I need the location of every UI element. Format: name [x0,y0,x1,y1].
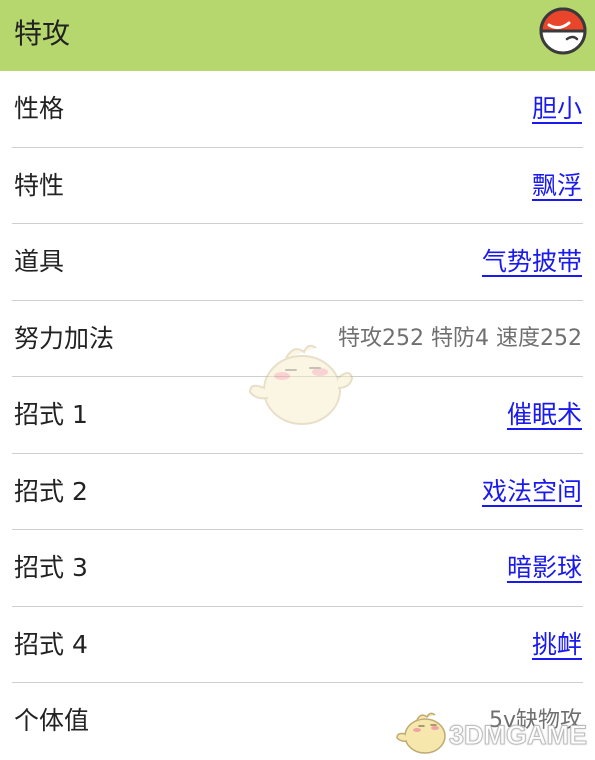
row-item: 道具 气势披带 [0,224,595,301]
row-label: 道具 [14,247,65,276]
site-watermark: 3DMGAME [395,706,591,756]
move-2-link[interactable]: 戏法空间 [482,454,582,530]
header-bar: 特攻 [0,0,595,71]
ability-link[interactable]: 飘浮 [532,148,582,224]
page-title: 特攻 [14,17,71,50]
row-move-2: 招式 2 戏法空间 [0,454,595,530]
nature-link[interactable]: 胆小 [532,71,582,147]
mascot-logo-icon [396,712,446,754]
row-ability: 特性 飘浮 [0,148,595,224]
evs-value: 特攻252 特防4 速度252 [338,325,582,351]
row-label: 招式 1 [14,400,88,429]
row-move-4: 招式 4 挑衅 [0,607,595,683]
move-4-link[interactable]: 挑衅 [532,607,582,683]
row-label: 招式 4 [14,629,88,659]
row-label: 招式 2 [14,476,88,506]
row-label: 特性 [14,170,65,200]
row-label: 招式 3 [14,553,88,582]
pokeball-icon[interactable] [537,5,589,57]
row-nature: 性格 胆小 [0,71,595,148]
move-1-link[interactable]: 催眠术 [507,377,582,453]
row-label: 性格 [14,94,65,123]
row-label: 努力加法 [14,323,115,353]
mascot-watermark-icon [248,344,354,425]
watermark-text: 3DMGAME [448,720,588,751]
item-link[interactable]: 气势披带 [482,224,582,300]
row-label: 个体值 [14,706,90,735]
row-move-3: 招式 3 暗影球 [0,530,595,607]
move-3-link[interactable]: 暗影球 [507,530,582,606]
